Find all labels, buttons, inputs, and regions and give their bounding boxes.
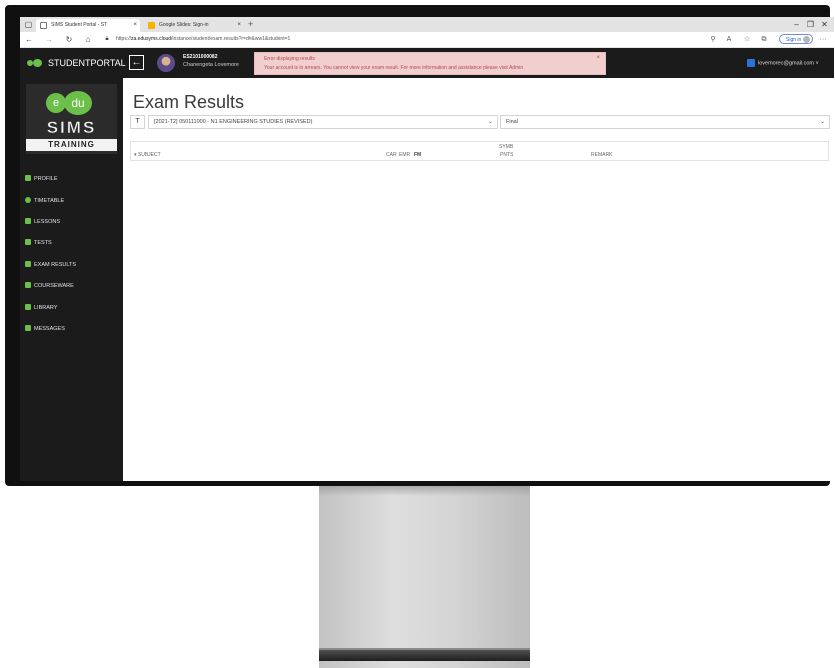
profile-avatar-icon [803,36,810,43]
chevron-down-icon: ⌄ [819,119,825,125]
browser-tab[interactable]: Google Slides: Sign-in × [144,19,244,32]
monitor-stand-base [319,648,530,661]
exam-select[interactable]: Final ⌄ [500,115,830,129]
close-window-icon[interactable]: ✕ [820,20,829,29]
main-content: Exam Results T [2021-T2] 050111000 - N1 … [123,78,834,481]
window-menu-icon[interactable]: ▢ [24,20,33,29]
sidebar-item-library[interactable]: LIBRARY [25,301,120,315]
collections-icon[interactable]: ⧉ [759,34,769,45]
back-button[interactable]: ← [129,55,144,70]
logo-sims-text: SIMS [46,118,97,137]
read-aloud-icon[interactable]: A [724,34,734,45]
sidebar-item-tests[interactable]: TESTS [25,236,120,250]
page-favicon-icon [40,22,47,29]
lock-icon[interactable]: 🔒︎ [102,34,112,45]
logo-letters-du: du [64,91,92,115]
sidebar-item-lessons[interactable]: LESSONS [25,215,120,229]
portal-brand[interactable]: STUDENTPORTAL [48,57,126,69]
column-header-car[interactable]: CAR [386,152,397,158]
browser-tab-active[interactable]: SIMS Student Portal - ST × [36,19,140,32]
browser-tab-bar: ▢ SIMS Student Portal - ST × Google Slid… [20,17,834,32]
logo-letter-e: e [46,93,66,113]
edu-sims-logo: e du SIMS TRAINING [26,84,117,154]
user-menu[interactable]: lovemorec@gmail.com ˅ [747,59,819,67]
monitor-stand-neck [319,484,530,668]
filter-row: T [2021-T2] 050111000 - N1 ENGINEERING S… [130,115,830,129]
filter-button[interactable]: T [130,115,145,129]
users-icon [25,218,31,224]
sidebar-item-messages[interactable]: MESSAGES [25,322,120,336]
forward-arrow-icon[interactable]: → [44,34,54,45]
sign-in-button[interactable]: Sign in [779,34,813,44]
clock-icon [25,197,31,203]
tab-title: SIMS Student Portal - ST [51,22,108,28]
logo-training-text: TRAINING [26,139,117,151]
tab-title: Google Slides: Sign-in [159,22,209,28]
error-close-button[interactable]: × [596,55,600,61]
google-favicon-icon [148,22,155,29]
home-icon [25,175,31,181]
course-select[interactable]: [2021-T2] 050111000 - N1 ENGINEERING STU… [148,115,498,129]
column-header-subject[interactable]: ▾ SUBJECT [134,152,161,158]
sidebar-item-courseware[interactable]: COURSEWARE [25,279,120,293]
error-message: Your account is in arrears. You cannot v… [264,65,524,71]
student-avatar [157,54,175,72]
results-table: ▾ SUBJECT CAR EMR FM SYMB PNTS REMARK [130,141,829,161]
new-tab-button[interactable]: + [248,19,253,30]
minimize-icon[interactable]: – [792,20,801,29]
url-field[interactable]: https://za.edusyms.cloud/instance/studen… [116,34,290,45]
checklist-icon [25,261,31,267]
student-name: Chanengeta Lovemore [183,62,239,68]
library-icon [25,304,31,310]
key-icon[interactable]: ⚲ [708,34,718,45]
home-icon[interactable]: ⌂ [83,34,93,45]
sidebar-item-exam-results[interactable]: EXAM RESULTS [25,258,120,272]
maximize-icon[interactable]: ❐ [806,20,815,29]
column-header-remark[interactable]: REMARK [591,152,612,158]
sidebar-item-timetable[interactable]: TIMETABLE [25,194,120,208]
sidebar-item-profile[interactable]: PROFILE [25,172,120,186]
tab-close-icon[interactable]: × [237,19,241,32]
screen: ▢ SIMS Student Portal - ST × Google Slid… [20,17,834,481]
favorites-star-icon[interactable]: ☆ [742,34,752,45]
courseware-icon [25,282,31,288]
column-header-pnts[interactable]: PNTS [500,152,513,158]
app-header: STUDENTPORTAL ← ES2101000082 Chanengeta … [20,48,834,78]
calendar-icon [25,239,31,245]
column-header-symb[interactable]: SYMB [499,144,513,150]
back-arrow-icon[interactable]: ← [24,34,34,45]
more-options-icon[interactable]: ··· [818,34,828,45]
refresh-icon[interactable]: ↻ [64,34,74,45]
sidebar: e du SIMS TRAINING PROFILE TIMETABLE LES… [20,78,123,481]
page-title: Exam Results [133,92,245,112]
error-title: Error displaying results [264,56,315,62]
edu-logo-mark: e du [38,91,102,117]
portal-logo-icon [27,59,47,67]
tab-close-icon[interactable]: × [133,19,137,32]
chevron-down-icon: ⌄ [487,119,493,125]
error-alert: Error displaying results Your account is… [254,52,606,75]
message-icon [25,325,31,331]
user-icon [747,59,755,67]
monitor-bezel: ▢ SIMS Student Portal - ST × Google Slid… [5,5,834,486]
column-header-fm[interactable]: FM [414,152,421,158]
browser-address-bar: ← → ↻ ⌂ 🔒︎ https://za.edusyms.cloud/inst… [20,32,834,48]
student-id: ES2101000082 [183,54,218,60]
column-header-emr[interactable]: EMR [399,152,410,158]
